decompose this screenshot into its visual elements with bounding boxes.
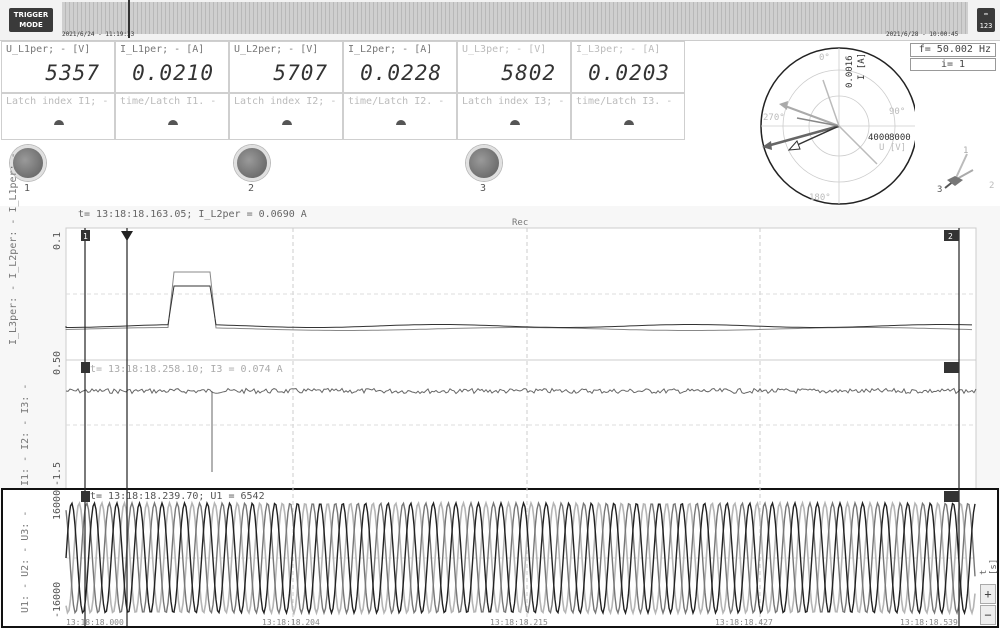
latch-value-placeholder <box>54 120 64 125</box>
indicator-label-3: 3 <box>480 183 487 194</box>
zoom-in-button[interactable]: + <box>980 584 996 604</box>
phasor-diagram[interactable]: 0° 90° 180° 270° 0.0016 I [A] 4000 8000 … <box>757 40 915 206</box>
timeline-ticks <box>62 2 968 34</box>
meter-value: 5357 <box>45 61 100 85</box>
x-tick-4: 13:18:18.539 <box>900 618 958 627</box>
x-tick-2: 13:18:18.215 <box>490 618 548 627</box>
waveform-plots[interactable]: 1 2 <box>0 206 1000 628</box>
latch-time-i2[interactable]: time/Latch I2. - <box>343 93 457 140</box>
axis-y-label: 1 <box>963 146 968 156</box>
meter-u-l1per[interactable]: U_L1per; - [V] 5357 <box>1 41 115 93</box>
plot-3-channel-labels: U1: - U2: - U3: - <box>20 510 31 613</box>
latch-label: time/Latch I1. - <box>120 96 217 107</box>
phasor-label-270: 270° <box>763 113 785 123</box>
axis-z-label: 2 <box>989 181 994 191</box>
frequency-readout: f= 50.002 Hz <box>910 43 996 57</box>
trigger-mode-label-1: TRIGGER <box>13 11 49 19</box>
indicator-label-1: 1 <box>24 183 31 194</box>
cursor-marker-2-mid[interactable] <box>944 362 959 373</box>
meter-i-l1per[interactable]: I_L1per; - [A] 0.0210 <box>115 41 229 93</box>
latch-label: time/Latch I2. - <box>348 96 445 107</box>
meter-label: I_L3per; - [A] <box>576 44 661 55</box>
latch-index-i3[interactable]: Latch index I3; - <box>457 93 571 140</box>
meter-u-l3per[interactable]: U_L3per; - [V] 5802 <box>457 41 571 93</box>
cursor-readout-3: t= 13:18:18.239.70; U1 = 6542 <box>90 491 265 502</box>
phasor-label-0: 0° <box>819 53 830 63</box>
plus-icon: + <box>984 587 992 601</box>
phasor-current-scale: 0.0016 <box>845 55 855 88</box>
zoom-icon: ⇔ <box>983 10 989 18</box>
zoom-label: 123 <box>979 22 993 30</box>
phasor-label-180: 180° <box>809 193 831 203</box>
meter-i-l3per[interactable]: I_L3per; - [A] 0.0203 <box>571 41 685 93</box>
trigger-mode-button[interactable]: TRIGGER MODE <box>9 8 53 32</box>
latch-value-placeholder <box>168 120 178 125</box>
x-tick-1: 13:18:18.204 <box>262 618 320 627</box>
meter-label: I_L2per; - [A] <box>348 44 433 55</box>
plot-1-ymax: 0.1 <box>52 231 63 250</box>
latch-value-placeholder <box>282 120 292 125</box>
meter-value: 5707 <box>273 61 328 85</box>
phasor-label-90: 90° <box>889 107 905 117</box>
axis-x-label: 3 <box>937 185 942 195</box>
meter-label: U_L1per; - [V] <box>6 44 91 55</box>
cursor-marker-2-label: 2 <box>948 232 953 241</box>
meter-value: 0.0210 <box>132 61 214 85</box>
meter-value: 5802 <box>501 61 556 85</box>
meter-i-l2per[interactable]: I_L2per; - [A] 0.0228 <box>343 41 457 93</box>
rec-label: Rec <box>512 218 529 228</box>
phasor-voltage-scale-1: 4000 <box>868 133 890 143</box>
plot-2-channel-labels: I1: - I2: - I3: - <box>20 383 31 486</box>
latch-value-placeholder <box>624 120 634 125</box>
timeline-end-time: 2021/6/28 - 10:00:45 <box>886 31 959 38</box>
meter-label: U_L2per; - [V] <box>234 44 319 55</box>
minus-icon: − <box>984 608 992 622</box>
cursor-readout-2: t= 13:18:18.258.10; I3 = 0.074 A <box>90 364 283 375</box>
plot-2-ymin: -1.5 <box>52 461 63 486</box>
phasor-voltage-axis-label: U [V] <box>879 143 906 153</box>
cursor-readout-1: t= 13:18:18.163.05; I_L2per = 0.0690 A <box>78 209 307 220</box>
trigger-mode-label-2: MODE <box>19 21 43 29</box>
meter-label: I_L1per; - [A] <box>120 44 205 55</box>
cursor-marker-2-bottom[interactable] <box>944 491 959 502</box>
latch-index-i2[interactable]: Latch index I2; - <box>229 93 343 140</box>
indicator-led-2[interactable] <box>234 145 270 181</box>
timeline-scrubber[interactable] <box>62 2 968 34</box>
plot-1-ymin: 0.50 <box>52 350 63 375</box>
cursor-marker-1-mid[interactable] <box>81 362 90 373</box>
latch-index-i1[interactable]: Latch index I1; - <box>1 93 115 140</box>
latch-value-placeholder <box>510 120 520 125</box>
plot-1-channel-labels: I_L3per: - I_L2per: - I_L1per: - <box>8 152 19 345</box>
phasor-current-axis-label: I [A] <box>857 53 867 80</box>
x-tick-3: 13:18:18.427 <box>715 618 773 627</box>
cursor-marker-1-label: 1 <box>83 232 88 241</box>
cursor-marker-1-bottom[interactable] <box>81 491 90 502</box>
latch-label: time/Latch I3. - <box>576 96 673 107</box>
meter-label: U_L3per; - [V] <box>462 44 547 55</box>
meter-value: 0.0203 <box>588 61 670 85</box>
x-tick-0: 13:18:18.000 <box>66 618 124 627</box>
latch-value-placeholder <box>396 120 406 125</box>
latch-time-i1[interactable]: time/Latch I1. - <box>115 93 229 140</box>
indicator-strip <box>0 140 686 202</box>
plot-3-ymin: -16000 <box>52 581 63 618</box>
latch-label: Latch index I1; - <box>6 96 109 107</box>
latch-time-i3[interactable]: time/Latch I3. - <box>571 93 685 140</box>
index-readout: i= 1 <box>910 58 996 71</box>
latch-label: Latch index I3; - <box>462 96 565 107</box>
indicator-led-3[interactable] <box>466 145 502 181</box>
phasor-voltage-scale-2: 8000 <box>889 133 911 143</box>
plot-3-ymax: 16000 <box>52 489 63 520</box>
meter-value: 0.0228 <box>360 61 442 85</box>
timeline-start-time: 2021/6/24 - 11:19:33 <box>62 31 135 38</box>
zoom-range-button[interactable]: ⇔ 123 <box>977 8 995 32</box>
scroll-button[interactable]: − <box>980 605 996 625</box>
latch-label: Latch index I2; - <box>234 96 337 107</box>
meter-u-l2per[interactable]: U_L2per; - [V] 5707 <box>229 41 343 93</box>
orientation-axes-widget[interactable]: 3 1 2 <box>933 142 997 202</box>
time-axis-unit: t [s] <box>979 558 999 575</box>
indicator-label-2: 2 <box>248 183 255 194</box>
